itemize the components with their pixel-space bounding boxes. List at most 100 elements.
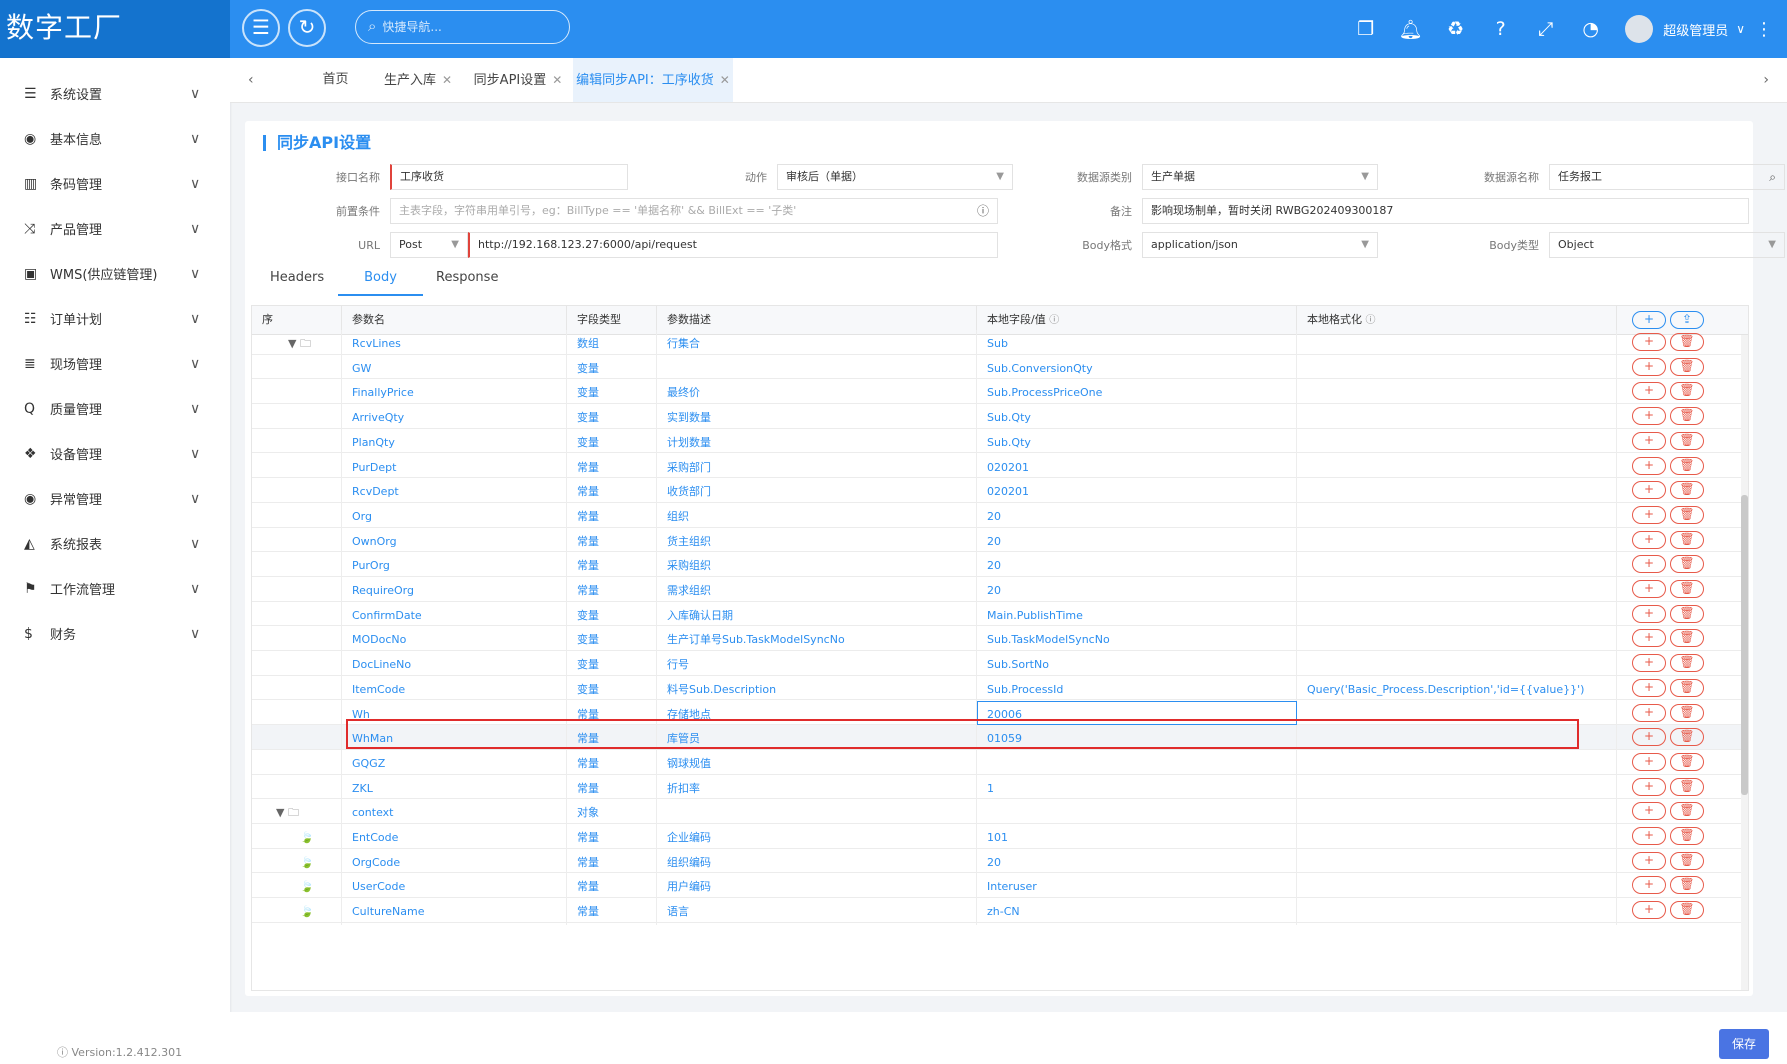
sidebar-item-10[interactable]: ◭ 系统报表 ∨ <box>0 521 230 566</box>
cell-local-format[interactable] <box>1297 330 1617 357</box>
cell-param-name[interactable]: GQGZ <box>342 749 567 777</box>
cell-local-format[interactable] <box>1297 898 1617 926</box>
cell-local-format[interactable] <box>1297 799 1617 827</box>
tree-spacer[interactable] <box>252 700 342 728</box>
cell-param-name[interactable]: PlanQty <box>342 428 567 456</box>
cell-local-field[interactable]: Sub.ProcessPriceOne <box>977 379 1297 407</box>
add-child-button[interactable]: + <box>1632 851 1666 870</box>
grid-scrollbar[interactable] <box>1741 335 1748 990</box>
cell-param-desc[interactable]: 生产订单号Sub.TaskModelSyncNo <box>657 626 977 654</box>
cell-field-type[interactable]: 变量 <box>567 404 657 432</box>
delete-row-button[interactable]: 🗑︎ <box>1670 802 1704 821</box>
cell-local-field[interactable]: 20 <box>977 502 1297 530</box>
tab-body[interactable]: Body <box>338 268 423 296</box>
add-child-button[interactable]: + <box>1632 357 1666 376</box>
folder-expand-icon[interactable]: ▼ 🗀 <box>252 799 342 827</box>
more-vertical-icon[interactable]: ⋮ <box>1755 19 1773 40</box>
cell-local-format[interactable] <box>1297 453 1617 481</box>
add-child-button[interactable]: + <box>1632 876 1666 895</box>
sidebar-item-0[interactable]: ☰ 系统设置 ∨ <box>0 71 230 116</box>
sidebar-item-11[interactable]: ⚑ 工作流管理 ∨ <box>0 566 230 611</box>
cell-local-format[interactable]: Query('Basic_Process.Description','id={{… <box>1297 675 1617 703</box>
cell-field-type[interactable]: 变量 <box>567 675 657 703</box>
table-row[interactable]: GW 变量 Sub.ConversionQty + 🗑︎ <box>252 354 1748 382</box>
tree-spacer[interactable] <box>252 601 342 629</box>
table-row[interactable]: 🍃 OrgCode 常量 组织编码 20 + 🗑︎ <box>252 848 1748 876</box>
delete-row-button[interactable]: 🗑︎ <box>1670 431 1704 450</box>
add-child-button[interactable]: + <box>1632 530 1666 549</box>
close-icon[interactable]: ✕ <box>552 73 562 87</box>
add-child-button[interactable]: + <box>1632 382 1666 401</box>
cell-local-field[interactable] <box>977 749 1297 777</box>
sidebar-item-6[interactable]: ≣ 现场管理 ∨ <box>0 341 230 386</box>
add-child-button[interactable]: + <box>1632 802 1666 821</box>
table-row[interactable]: 🍃 EntCode 常量 企业编码 101 + 🗑︎ <box>252 824 1748 851</box>
cell-local-format[interactable] <box>1297 651 1617 679</box>
save-button[interactable]: 保存 <box>1719 1029 1769 1059</box>
cell-param-desc[interactable]: 料号Sub.Description <box>657 675 977 703</box>
sidebar-item-9[interactable]: ◉ 异常管理 ∨ <box>0 476 230 521</box>
cell-param-name[interactable]: GW <box>342 354 567 382</box>
add-child-button[interactable]: + <box>1632 431 1666 450</box>
cell-field-type[interactable]: 常量 <box>567 502 657 530</box>
delete-row-button[interactable]: 🗑︎ <box>1670 777 1704 796</box>
quick-nav-search[interactable]: ⌕ 快捷导航... <box>355 10 570 44</box>
leaf-icon[interactable]: 🍃 <box>252 824 342 851</box>
table-row[interactable]: ConfirmDate 变量 入库确认日期 Main.PublishTime + 🗑︎ <box>252 601 1748 629</box>
cell-local-format[interactable] <box>1297 379 1617 407</box>
delete-row-button[interactable]: 🗑︎ <box>1670 851 1704 870</box>
cell-param-desc[interactable]: 收货部门 <box>657 478 977 506</box>
cell-param-desc[interactable] <box>657 354 977 382</box>
add-child-button[interactable]: + <box>1632 703 1666 722</box>
delete-row-button[interactable]: 🗑︎ <box>1670 654 1704 673</box>
cell-field-type[interactable]: 常量 <box>567 478 657 506</box>
cell-local-field[interactable]: Sub.Qty <box>977 428 1297 456</box>
table-row[interactable]: GQGZ 常量 钢球规值 + 🗑︎ <box>252 749 1748 777</box>
cell-param-name[interactable]: UserCode <box>342 873 567 901</box>
cell-param-name[interactable]: OwnOrg <box>342 527 567 555</box>
leaf-icon[interactable]: 🍃 <box>252 873 342 901</box>
table-row[interactable]: ItemCode 变量 料号Sub.Description Sub.ProcessId… <box>252 675 1748 703</box>
cell-field-type[interactable]: 变量 <box>567 601 657 629</box>
cell-local-field[interactable]: Sub.ConversionQty <box>977 354 1297 382</box>
cell-local-format[interactable] <box>1297 552 1617 580</box>
recycle-icon[interactable]: ♻ <box>1433 18 1478 40</box>
cell-param-desc[interactable]: 用户编码 <box>657 873 977 901</box>
cell-param-name[interactable]: PurOrg <box>342 552 567 580</box>
cell-field-type[interactable]: 数组 <box>567 330 657 357</box>
add-child-button[interactable]: + <box>1632 678 1666 697</box>
tree-spacer[interactable] <box>252 354 342 382</box>
cell-param-desc[interactable]: 行集合 <box>657 330 977 357</box>
leaf-icon[interactable]: 🍃 <box>252 898 342 926</box>
close-icon[interactable]: ✕ <box>720 73 730 87</box>
table-row[interactable]: 🍃 UserCode 常量 用户编码 Interuser + 🗑︎ <box>252 873 1748 901</box>
table-row[interactable]: FinallyPrice 变量 最终价 Sub.ProcessPriceOne + 🗑︎ <box>252 379 1748 407</box>
delete-row-button[interactable]: 🗑︎ <box>1670 357 1704 376</box>
add-child-button[interactable]: + <box>1632 728 1666 747</box>
tree-spacer[interactable] <box>252 404 342 432</box>
cell-local-format[interactable] <box>1297 428 1617 456</box>
url-input[interactable]: http://192.168.123.27:6000/api/request <box>468 232 998 258</box>
cell-param-name[interactable]: context <box>342 799 567 827</box>
cell-local-field[interactable]: Sub.Qty <box>977 404 1297 432</box>
tab-2[interactable]: 同步API设置 ✕ <box>463 58 573 102</box>
cell-local-format[interactable] <box>1297 749 1617 777</box>
add-child-button[interactable]: + <box>1632 901 1666 920</box>
cell-local-field[interactable]: 1 <box>977 774 1297 802</box>
add-child-button[interactable]: + <box>1632 777 1666 796</box>
method-select[interactable]: Post ▼ <box>390 232 468 258</box>
tab-response[interactable]: Response <box>436 268 498 296</box>
cell-field-type[interactable]: 变量 <box>567 651 657 679</box>
delete-row-button[interactable]: 🗑︎ <box>1670 580 1704 598</box>
add-root-button[interactable]: + <box>1632 311 1666 329</box>
cell-param-desc[interactable]: 入库确认日期 <box>657 601 977 629</box>
cell-param-name[interactable]: RcvLines <box>342 330 567 357</box>
cell-local-format[interactable] <box>1297 404 1617 432</box>
sidebar-item-8[interactable]: ❖ 设备管理 ∨ <box>0 431 230 476</box>
cell-local-format[interactable] <box>1297 478 1617 506</box>
cell-param-desc[interactable]: 折扣率 <box>657 774 977 802</box>
cell-param-desc[interactable]: 钢球规值 <box>657 749 977 777</box>
cell-param-desc[interactable]: 采购部门 <box>657 453 977 481</box>
cell-param-desc[interactable]: 组织 <box>657 502 977 530</box>
cell-param-desc[interactable]: 组织编码 <box>657 848 977 876</box>
